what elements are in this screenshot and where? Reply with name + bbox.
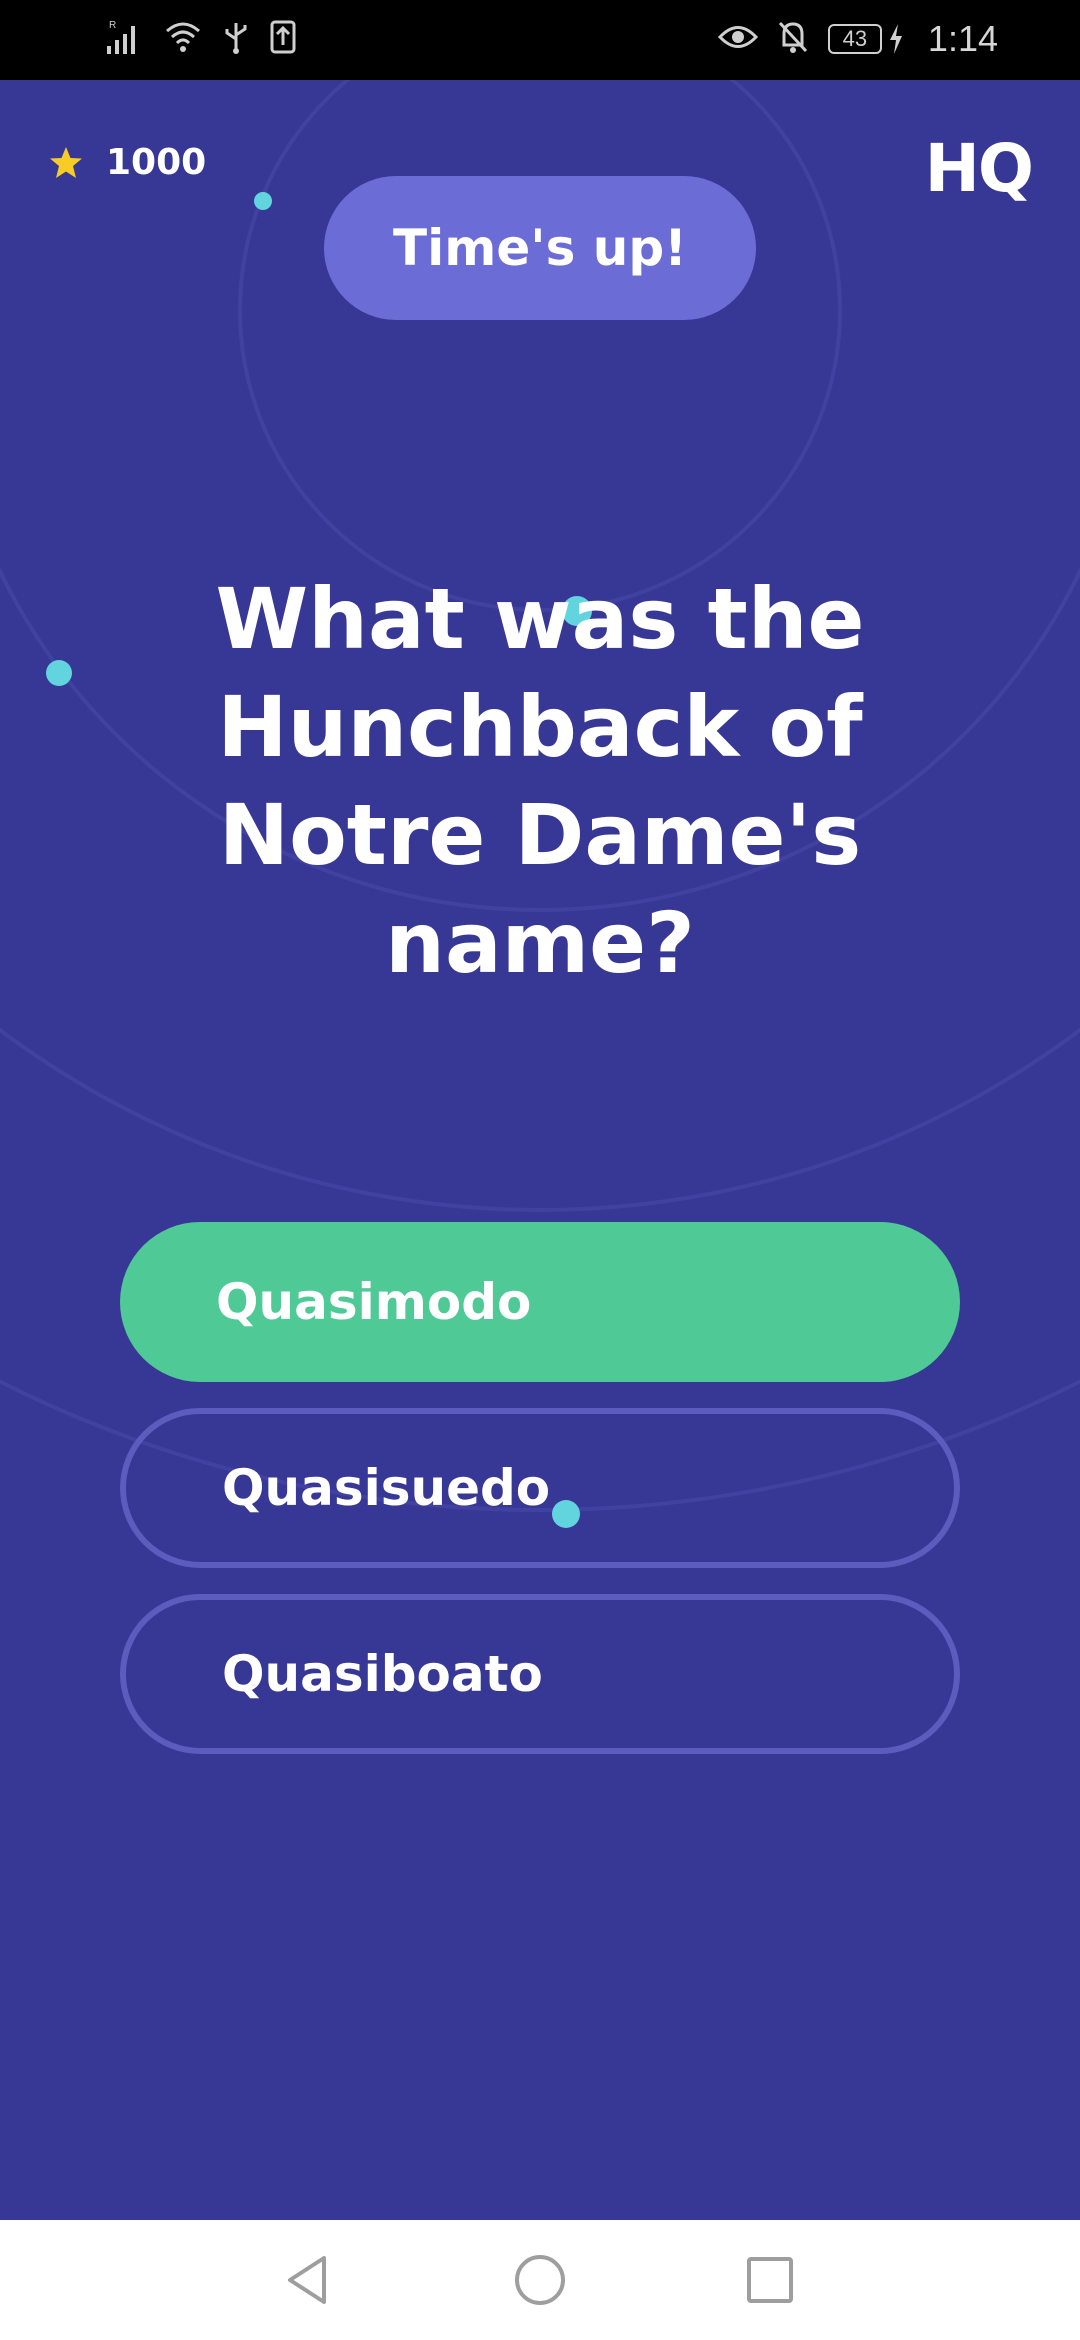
- question-text: What was the Hunchback of Notre Dame's n…: [215, 570, 865, 992]
- recents-icon[interactable]: [740, 2250, 800, 2310]
- status-left-icons: R: [105, 18, 297, 60]
- wifi-icon: [163, 19, 203, 59]
- background-rings: [0, 0, 1080, 1512]
- decorative-dot: [254, 192, 272, 210]
- score-value: 1000: [106, 142, 207, 183]
- answer-option[interactable]: Quasisuedo: [120, 1408, 960, 1568]
- answer-label: Quasisuedo: [222, 1459, 551, 1517]
- answer-option[interactable]: Quasiboato: [120, 1594, 960, 1754]
- upload-icon: [269, 19, 297, 59]
- star-icon: [50, 146, 82, 178]
- charging-icon: [889, 24, 902, 54]
- svg-text:R: R: [109, 20, 116, 31]
- score-display: 1000: [48, 142, 206, 183]
- bell-off-icon: [776, 19, 810, 59]
- answer-option-correct[interactable]: Quasimodo: [120, 1222, 960, 1382]
- eye-icon: [717, 22, 758, 56]
- hq-logo: HQ: [924, 130, 1034, 207]
- timer-status-pill: Time's up!: [324, 176, 756, 320]
- status-right-icons: 43 1:14: [717, 18, 998, 60]
- back-icon[interactable]: [278, 2250, 338, 2310]
- system-nav-bar: [0, 2220, 1080, 2340]
- usb-icon: [223, 19, 249, 59]
- answer-label: Quasimodo: [216, 1273, 532, 1331]
- battery-icon: 43: [827, 22, 904, 56]
- answer-label: Quasiboato: [222, 1645, 543, 1703]
- status-time: 1:14: [927, 18, 998, 59]
- decorative-dot: [46, 660, 72, 686]
- status-bar: R 43 1:14: [0, 0, 1080, 80]
- battery-level: 43: [827, 24, 882, 54]
- signal-icon: R: [105, 18, 143, 60]
- hq-trivia-screen: R 43 1:14 1000 HQ Time's up! What was th…: [0, 0, 1080, 2340]
- timer-label: Time's up!: [393, 219, 687, 277]
- home-icon[interactable]: [510, 2250, 570, 2310]
